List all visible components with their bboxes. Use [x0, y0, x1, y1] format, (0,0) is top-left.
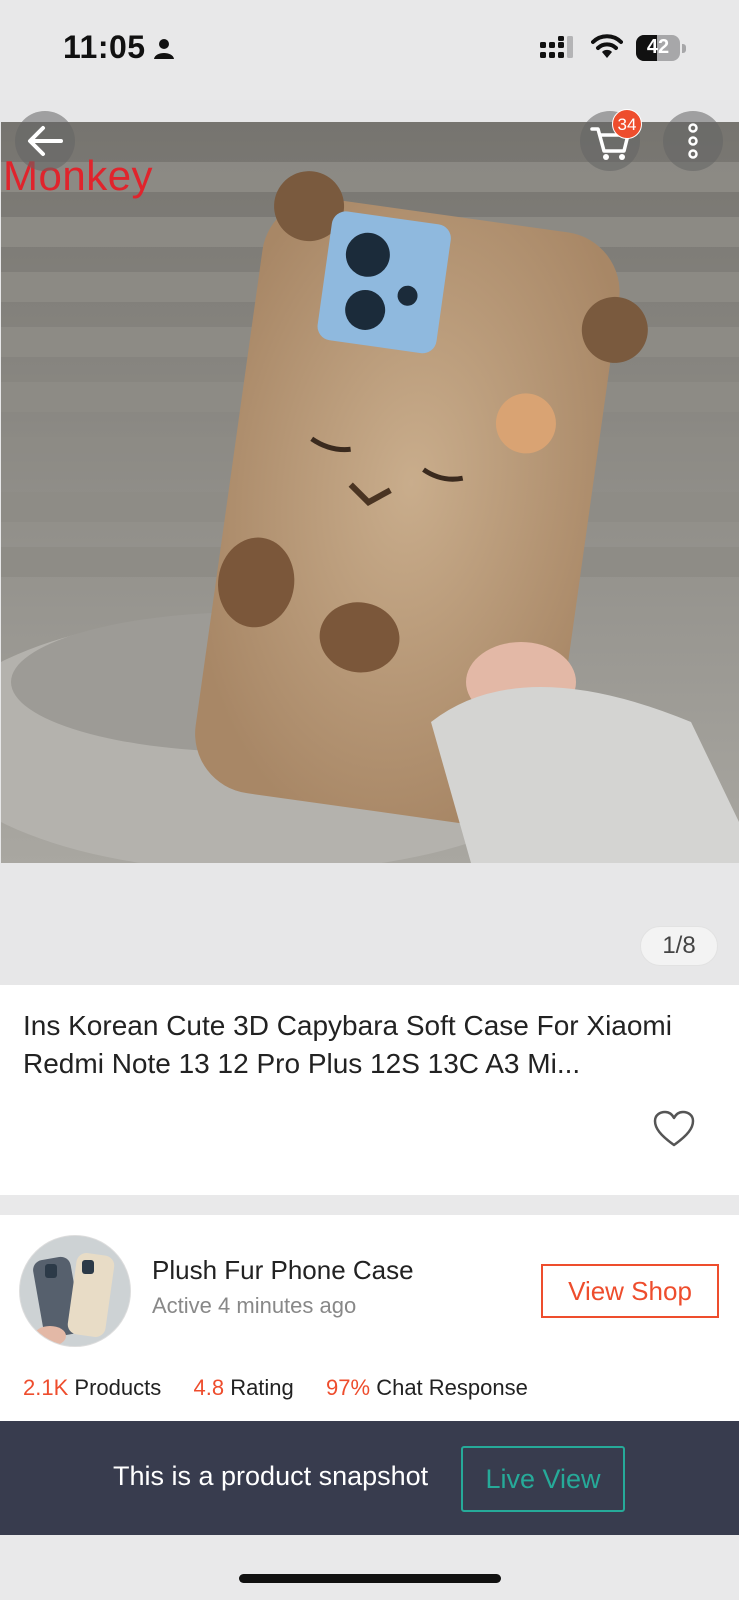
- image-counter: 1/8: [640, 926, 718, 966]
- more-options-button[interactable]: [663, 111, 723, 171]
- snapshot-banner: This is a product snapshot Live View: [0, 1421, 739, 1535]
- back-arrow-icon: [28, 126, 63, 156]
- cellular-signal-icon: [540, 36, 573, 58]
- heart-icon[interactable]: [652, 1109, 696, 1149]
- products-count: 2.1K: [23, 1375, 69, 1400]
- products-label: Products: [74, 1375, 162, 1400]
- rating-label: Rating: [230, 1375, 294, 1400]
- more-vertical-icon: [688, 123, 698, 159]
- product-image[interactable]: Monkey: [1, 122, 739, 863]
- cart-count-badge: 34: [612, 109, 642, 139]
- back-button[interactable]: [15, 111, 75, 171]
- rating-value: 4.8: [193, 1375, 225, 1400]
- chat-response-label: Chat Response: [376, 1375, 528, 1400]
- shop-name[interactable]: Plush Fur Phone Case: [152, 1255, 414, 1286]
- snapshot-text: This is a product snapshot: [113, 1461, 429, 1491]
- shop-section: Plush Fur Phone Case Active 4 minutes ag…: [0, 1215, 739, 1421]
- view-shop-button[interactable]: View Shop: [541, 1264, 719, 1318]
- shop-avatar[interactable]: [19, 1235, 131, 1347]
- chat-response-value: 97%: [326, 1375, 371, 1400]
- person-icon: [154, 39, 174, 59]
- shop-active-status: Active 4 minutes ago: [152, 1293, 357, 1318]
- status-time: 11:05: [63, 29, 146, 65]
- product-gallery[interactable]: Monkey 34 1/8: [0, 100, 739, 985]
- status-bar: 11:05 42: [0, 0, 739, 100]
- battery-level: 42: [646, 36, 670, 58]
- home-indicator[interactable]: [239, 1574, 501, 1583]
- shop-stats: 2.1K Products 4.8 Rating 97% Chat Respon…: [23, 1375, 528, 1401]
- live-view-button[interactable]: Live View: [461, 1446, 625, 1512]
- battery-icon: 42: [636, 35, 686, 63]
- product-title-section: Ins Korean Cute 3D Capybara Soft Case Fo…: [0, 985, 739, 1195]
- product-title: Ins Korean Cute 3D Capybara Soft Case Fo…: [23, 1010, 672, 1079]
- wifi-icon: [591, 34, 623, 58]
